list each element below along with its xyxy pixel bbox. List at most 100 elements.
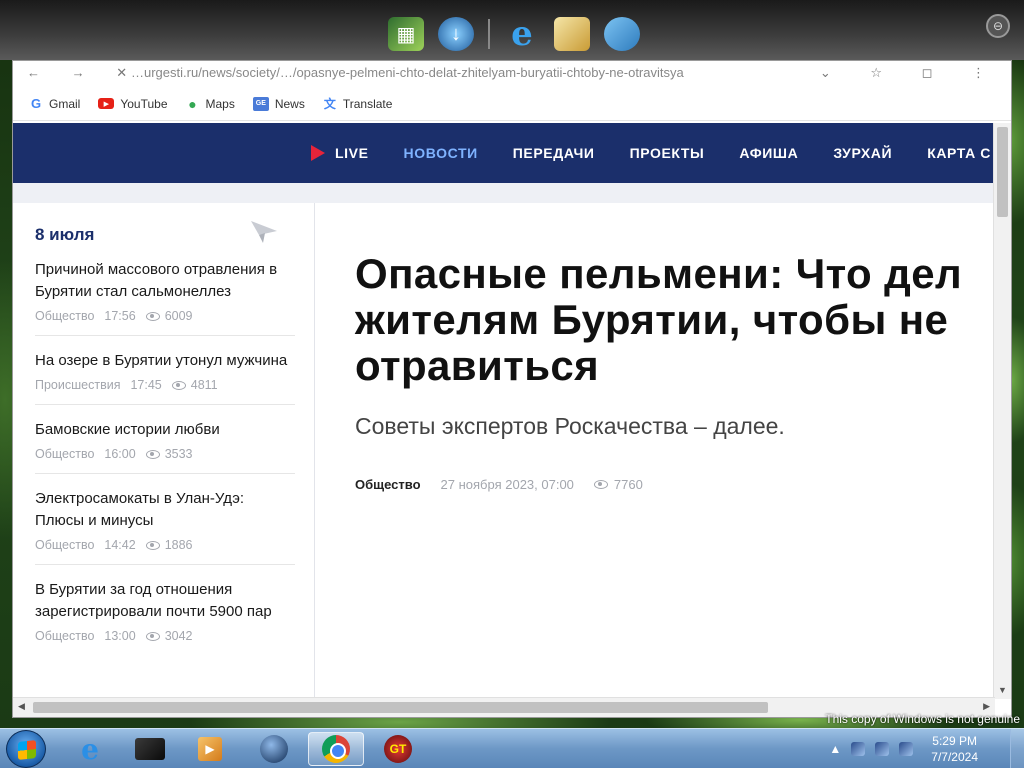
headline-line: отравиться bbox=[355, 342, 600, 389]
list-item[interactable]: Причиной массового отравления в Бурятии … bbox=[35, 255, 295, 336]
bookmarks-bar: G Gmail ▶ YouTube ● Maps GE News 文 Trans… bbox=[13, 87, 1011, 121]
article-main: Опасные пельмени: Что дел жителям Буряти… bbox=[315, 203, 995, 699]
nav-item-events[interactable]: АФИША bbox=[739, 145, 798, 161]
bookmark-translate[interactable]: 文 Translate bbox=[323, 97, 393, 112]
news-views: 4811 bbox=[171, 378, 218, 392]
clock-date: 7/7/2024 bbox=[931, 750, 978, 764]
windows-not-genuine-watermark: This copy of Windows is not genuine bbox=[825, 712, 1020, 726]
browser-tools[interactable]: ⌄ ☆ ◻ ⋮ bbox=[820, 61, 1003, 85]
scroll-left-arrow-icon[interactable]: ◀ bbox=[18, 701, 25, 712]
news-title[interactable]: На озере в Бурятии утонул мужчина bbox=[35, 350, 295, 372]
bookmark-gmail[interactable]: G Gmail bbox=[29, 96, 81, 111]
news-time: 16:00 bbox=[104, 447, 136, 461]
nav-item-map[interactable]: КАРТА С bbox=[927, 145, 991, 161]
security-shield-icon[interactable] bbox=[851, 742, 866, 756]
users-icon[interactable] bbox=[604, 17, 640, 51]
list-item[interactable]: На озере в Бурятии утонул мужчина Происш… bbox=[35, 336, 295, 405]
game-icon: GT bbox=[384, 735, 412, 763]
news-title[interactable]: Электросамокаты в Улан-Удэ: Плюсы и мину… bbox=[35, 488, 295, 532]
chrome-icon bbox=[322, 735, 350, 763]
site-navigation: LIVE НОВОСТИ ПЕРЕДАЧИ ПРОЕКТЫ АФИША ЗУРХ… bbox=[13, 123, 995, 183]
sidebar-news-list: Причиной массового отравления в Бурятии … bbox=[35, 255, 295, 655]
views-count: 4811 bbox=[190, 378, 218, 392]
news-meta: Происшествия 17:45 4811 bbox=[35, 378, 295, 392]
news-time: 17:45 bbox=[130, 378, 162, 392]
spreadsheet-icon[interactable]: ▦ bbox=[388, 17, 424, 51]
news-title[interactable]: В Бурятии за год отношения зарегистриров… bbox=[35, 579, 295, 623]
list-item[interactable]: Электросамокаты в Улан-Удэ: Плюсы и мину… bbox=[35, 474, 295, 565]
news-category: Общество bbox=[35, 538, 95, 552]
news-views: 3533 bbox=[145, 447, 193, 461]
maps-icon: ● bbox=[188, 95, 197, 112]
news-time: 13:00 bbox=[104, 629, 136, 643]
taskbar-globe[interactable] bbox=[246, 732, 302, 766]
nav-live[interactable]: LIVE bbox=[311, 145, 369, 161]
bookmark-maps[interactable]: ● Maps bbox=[186, 95, 235, 112]
taskbar-internet-explorer[interactable]: e bbox=[62, 732, 118, 766]
content-gap bbox=[13, 183, 995, 203]
download-globe-icon[interactable]: ↓ bbox=[438, 17, 474, 51]
start-button[interactable] bbox=[6, 730, 46, 768]
eye-icon bbox=[145, 449, 160, 459]
nav-item-news[interactable]: НОВОСТИ bbox=[404, 145, 478, 161]
bookmark-label: YouTube bbox=[120, 96, 168, 111]
network-icon[interactable] bbox=[875, 742, 890, 756]
vertical-scroll-thumb[interactable] bbox=[997, 127, 1008, 217]
news-title[interactable]: Бамовские истории любви bbox=[35, 419, 295, 441]
headline-line: жителям Бурятии, чтобы не bbox=[355, 296, 949, 343]
url-text[interactable]: …urgesti.ru/news/society/…/opasnye-pelme… bbox=[131, 65, 684, 80]
vertical-scrollbar[interactable]: ▼ bbox=[993, 123, 1011, 699]
eye-icon bbox=[145, 311, 160, 321]
dock-settings-icon[interactable]: ⊖ bbox=[986, 14, 1010, 38]
scroll-down-arrow-icon[interactable]: ▼ bbox=[998, 685, 1007, 695]
taskbar: e ▶ GT ▲ 5:29 PM 7/7/2024 bbox=[0, 728, 1024, 768]
article-headline: Опасные пельмени: Что дел жителям Буряти… bbox=[355, 251, 995, 389]
eye-icon bbox=[145, 631, 160, 641]
nav-buttons[interactable]: ← → ✕ bbox=[27, 61, 141, 85]
nav-item-shows[interactable]: ПЕРЕДАЧИ bbox=[513, 145, 595, 161]
show-desktop-button[interactable] bbox=[1010, 729, 1024, 768]
mail-icon[interactable] bbox=[554, 17, 590, 51]
bookmark-label: Maps bbox=[205, 96, 235, 111]
article-subhead: Советы экспертов Роскачества – далее. bbox=[355, 413, 785, 439]
bookmark-youtube[interactable]: ▶ YouTube bbox=[98, 96, 168, 111]
tray-expand-chevron-icon[interactable]: ▲ bbox=[829, 742, 841, 756]
internet-explorer-icon: e bbox=[81, 732, 99, 766]
tray-icons: ▲ bbox=[829, 742, 914, 756]
send-icon[interactable] bbox=[249, 217, 279, 245]
taskbar-media-player[interactable]: ▶ bbox=[182, 732, 238, 766]
article-date: 27 ноября 2023, 07:00 bbox=[440, 477, 574, 492]
nav-live-label: LIVE bbox=[335, 145, 369, 161]
youtube-icon: ▶ bbox=[98, 98, 115, 109]
article-meta: Общество 27 ноября 2023, 07:00 7760 bbox=[355, 477, 643, 492]
article-views: 7760 bbox=[593, 477, 643, 492]
clock-time: 5:29 PM bbox=[932, 734, 977, 748]
list-item[interactable]: В Бурятии за год отношения зарегистриров… bbox=[35, 565, 295, 655]
bookmark-news[interactable]: GE News bbox=[252, 96, 305, 111]
news-title[interactable]: Причиной массового отравления в Бурятии … bbox=[35, 259, 295, 303]
horizontal-scroll-thumb[interactable] bbox=[33, 702, 768, 713]
volume-icon[interactable] bbox=[899, 742, 914, 756]
nav-item-projects[interactable]: ПРОЕКТЫ bbox=[630, 145, 705, 161]
article-category[interactable]: Общество bbox=[355, 477, 421, 492]
news-meta: Общество 17:56 6009 bbox=[35, 309, 295, 323]
news-views: 3042 bbox=[145, 629, 193, 643]
taskbar-game[interactable]: GT bbox=[370, 732, 426, 766]
clock[interactable]: 5:29 PM 7/7/2024 bbox=[931, 733, 978, 765]
headline-line: Опасные пельмени: Что дел bbox=[355, 250, 963, 297]
internet-explorer-icon[interactable]: e bbox=[504, 14, 540, 54]
news-time: 14:42 bbox=[104, 538, 136, 552]
address-bar[interactable]: ← → ✕ …urgesti.ru/news/society/…/opasnye… bbox=[13, 61, 1011, 85]
taskbar-chrome[interactable] bbox=[308, 732, 364, 766]
live-play-icon bbox=[311, 145, 325, 161]
nav-item-horoscope[interactable]: ЗУРХАЙ bbox=[833, 145, 892, 161]
news-category: Общество bbox=[35, 629, 95, 643]
scroll-right-arrow-icon[interactable]: ▶ bbox=[983, 701, 990, 712]
taskbar-black-box[interactable] bbox=[122, 732, 178, 766]
list-item[interactable]: Бамовские истории любви Общество 16:00 3… bbox=[35, 405, 295, 474]
dock-separator bbox=[488, 19, 490, 49]
news-meta: Общество 16:00 3533 bbox=[35, 447, 295, 461]
gmail-icon: G bbox=[30, 96, 42, 111]
media-player-icon: ▶ bbox=[198, 737, 222, 761]
bookmark-label: Gmail bbox=[49, 96, 81, 111]
